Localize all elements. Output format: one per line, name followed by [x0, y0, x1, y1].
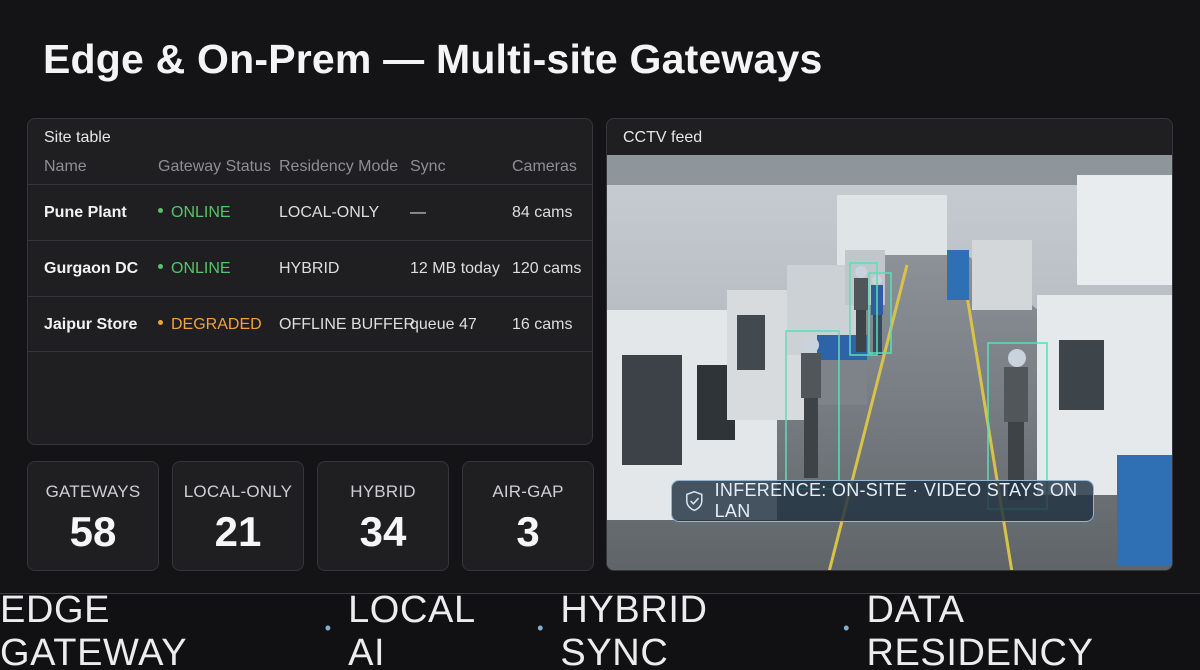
site-table-panel: Site table Name Gateway Status Residency… — [27, 118, 593, 445]
site-name: Gurgaon DC — [44, 260, 139, 277]
stat-value: 58 — [69, 508, 117, 555]
residency-mode: HYBRID — [279, 260, 340, 277]
table-row[interactable]: Gurgaon DC ONLINE HYBRID 12 MB today 120… — [28, 240, 592, 296]
stat-label: LOCAL-ONLY — [183, 482, 293, 501]
cctv-title: CCTV feed — [623, 129, 703, 146]
camera-count: 16 cams — [512, 316, 573, 333]
footer-separator: • — [843, 617, 850, 638]
gateway-status: ONLINE — [158, 241, 231, 297]
gateway-status: ONLINE — [158, 185, 231, 241]
camera-count: 120 cams — [512, 260, 582, 277]
status-dot-icon — [158, 208, 163, 214]
footer-separator: • — [537, 617, 544, 638]
footer-banner: EDGE GATEWAY • LOCAL AI • HYBRID SYNC • … — [0, 589, 1200, 670]
site-name: Jaipur Store — [44, 316, 138, 333]
inference-badge: INFERENCE: ON-SITE · VIDEO STAYS ON LAN — [671, 480, 1094, 522]
camera-count: 84 cams — [512, 204, 573, 221]
site-name: Pune Plant — [44, 204, 127, 221]
residency-mode: OFFLINE BUFFER — [279, 316, 416, 333]
footer-item-local-ai: LOCAL AI — [348, 589, 475, 670]
stat-label: GATEWAYS — [45, 482, 141, 501]
cctv-panel: CCTV feed INFERENCE: ON-SITE · VIDEO STA… — [606, 118, 1173, 571]
status-dot-icon — [158, 320, 163, 326]
gateway-status-text: DEGRADED — [171, 316, 262, 333]
table-row[interactable]: Jaipur Store DEGRADED OFFLINE BUFFER que… — [28, 296, 592, 352]
sync-value: queue 47 — [410, 316, 477, 333]
gateway-status-text: ONLINE — [171, 204, 231, 221]
footer-item-data-residency: DATA RESIDENCY — [866, 589, 1094, 670]
shield-check-icon — [686, 490, 703, 512]
stat-value: 3 — [516, 508, 540, 555]
footer-separator: • — [324, 617, 332, 638]
column-header-cameras[interactable]: Cameras — [512, 158, 577, 176]
column-header-gateway-status[interactable]: Gateway Status — [158, 158, 271, 176]
stat-value: 21 — [214, 508, 262, 555]
gateway-status: DEGRADED — [158, 297, 262, 353]
site-table-title: Site table — [44, 129, 111, 146]
column-header-name[interactable]: Name — [44, 158, 87, 176]
sync-value: 12 MB today — [410, 260, 500, 277]
stat-card-air-gap: AIR-GAP 3 — [462, 461, 594, 571]
column-header-sync[interactable]: Sync — [410, 158, 446, 176]
footer-item-hybrid-sync: HYBRID SYNC — [560, 589, 708, 670]
stat-label: AIR-GAP — [492, 482, 564, 501]
table-row[interactable]: Pune Plant ONLINE LOCAL-ONLY — 84 cams — [28, 184, 592, 240]
page-title: Edge & On-Prem — Multi-site Gateways — [43, 36, 823, 82]
inference-badge-text: INFERENCE: ON-SITE · VIDEO STAYS ON LAN — [714, 480, 1078, 521]
residency-mode: LOCAL-ONLY — [279, 204, 380, 221]
status-dot-icon — [158, 264, 163, 270]
stat-value: 34 — [359, 508, 407, 555]
sync-value: — — [410, 204, 426, 221]
column-header-residency-mode[interactable]: Residency Mode — [279, 158, 398, 176]
footer-item-edge-gateway: EDGE GATEWAY — [0, 589, 188, 670]
stat-label: HYBRID — [350, 482, 416, 501]
stat-card-hybrid: HYBRID 34 — [317, 461, 449, 571]
stat-card-local-only: LOCAL-ONLY 21 — [172, 461, 304, 571]
stat-card-gateways: GATEWAYS 58 — [27, 461, 159, 571]
gateway-status-text: ONLINE — [171, 260, 231, 277]
